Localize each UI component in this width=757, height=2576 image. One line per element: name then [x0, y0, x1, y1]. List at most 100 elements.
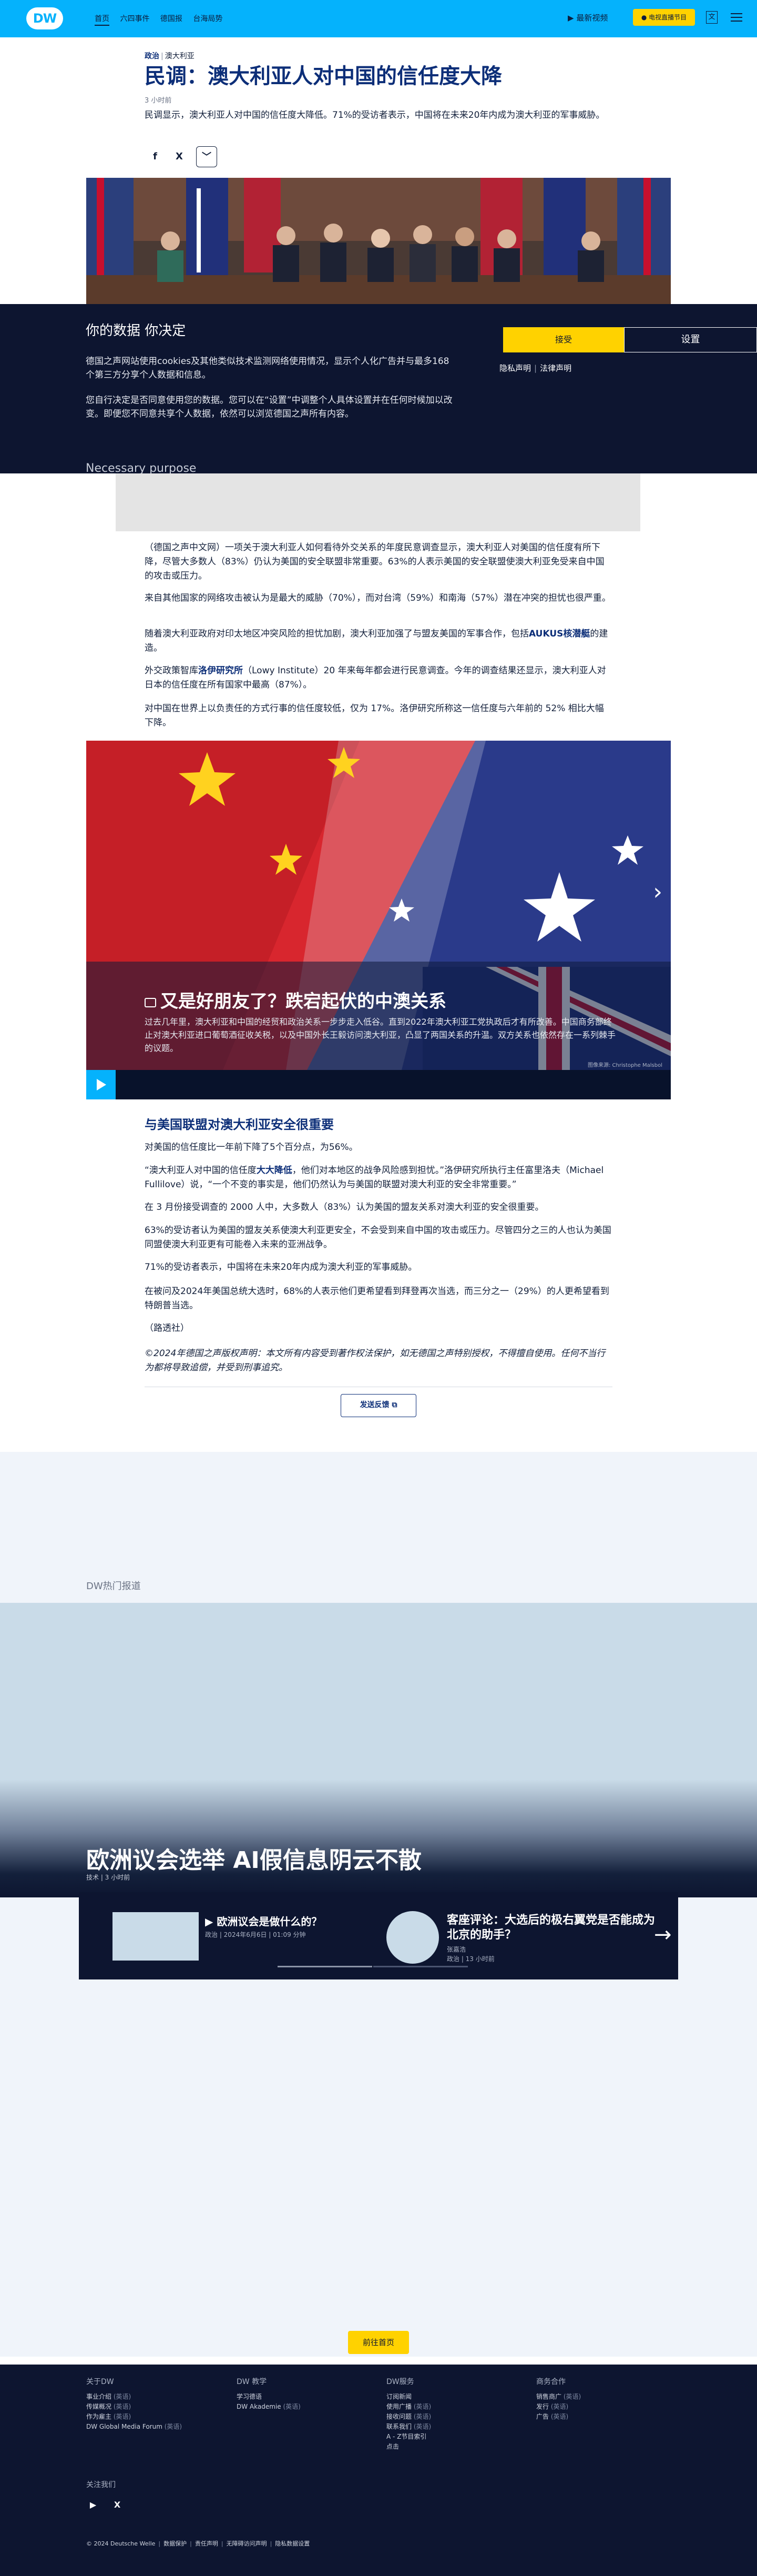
footer-link[interactable]: 联系我们 (英语): [386, 2422, 431, 2432]
youtube-icon[interactable]: ▶: [86, 2498, 100, 2512]
nav-item-june-fourth[interactable]: 六四事件: [120, 15, 149, 23]
footer-link[interactable]: DW Akademie (英语): [237, 2402, 301, 2412]
privacy-policy-link[interactable]: 隐私声明: [499, 363, 531, 373]
go-home-button[interactable]: 前往首页: [348, 2331, 409, 2354]
copyright-text: © 2024 Deutsche Welle: [86, 2540, 156, 2547]
cookie-accept-button[interactable]: 接受: [503, 327, 624, 352]
lowy-institute-link[interactable]: 洛伊研究所: [198, 665, 243, 676]
page-title: 民调：澳大利亚人对中国的信任度大降: [145, 64, 502, 88]
body-paragraph: 71%的受访者表示，中国将在未来20年内成为澳大利亚的军事威胁。: [145, 1262, 417, 1272]
main-nav: 首页 六四事件 德国报 台海局势: [95, 13, 231, 26]
footer-column-learning: DW 教学 学习德语 DW Akademie (英语): [237, 2376, 301, 2412]
footer-link[interactable]: DW Global Media Forum (英语): [86, 2422, 182, 2432]
facebook-icon[interactable]: f: [145, 146, 166, 167]
footer-column-about: 关于DW 事业介绍 (英语) 传媒概况 (英语) 作为雇主 (英语) DW Gl…: [86, 2376, 182, 2432]
footer-link[interactable]: 作为雇主 (英语): [86, 2412, 182, 2422]
footer-bottom-links: © 2024 Deutsche Welle | 数据保护 | 责任声明 | 无障碍访问声明 |…: [86, 2540, 310, 2547]
video-icon: ▶: [205, 1915, 217, 1928]
aukus-link[interactable]: AUKUS核潜艇: [529, 629, 590, 639]
teaser-title[interactable]: 欧洲议会选举 AI假信息阴云不散: [86, 1841, 422, 1875]
hero-image: [86, 178, 671, 304]
breadcrumb-category[interactable]: 政治: [145, 52, 159, 60]
source-note: （路透社）: [145, 1323, 189, 1334]
footer-link[interactable]: A - Z节目索引: [386, 2432, 431, 2442]
gallery-icon: [145, 997, 156, 1007]
body-paragraph: 63%的受访者认为美国的盟友关系使澳大利亚更安全，不会受到来自中国的攻击或压力。…: [145, 1225, 611, 1250]
gallery-control-bar: [86, 1070, 671, 1099]
body-paragraph: 对美国的信任度比一年前下降了5个百分点，为56%。: [145, 1142, 358, 1153]
x-twitter-icon[interactable]: X: [169, 146, 190, 167]
cookie-choice-text: 您自行决定是否同意使用您的数据。您可以在“设置”中调整个人具体设置并在任何时候加…: [86, 395, 453, 419]
footer-link[interactable]: 学习德语: [237, 2392, 301, 2402]
article-timestamp: 3 小时前: [145, 97, 172, 105]
footer-link[interactable]: 订阅新闻: [386, 2392, 431, 2402]
body-paragraph: 在 3 月份接受调查的 2000 人中，大多数人（83%）认为美国的盟友关系对澳…: [145, 1202, 544, 1213]
footer-link[interactable]: 广告 (英语): [536, 2412, 581, 2422]
gallery-title: 又是好朋友了？跌宕起伏的中澳关系: [145, 987, 446, 1013]
cookie-settings-button[interactable]: 设置: [624, 327, 757, 352]
gallery-description: 过去几年里，澳大利亚和中国的经贸和政治关系一步步走入低谷。直到2022年澳大利亚…: [145, 1017, 616, 1053]
teaser-item-title[interactable]: ▶ 欧洲议会是做什么的？: [205, 1913, 322, 1928]
legal-notice-link[interactable]: 法律声明: [540, 363, 571, 373]
carousel-progress-active: [278, 1966, 372, 1967]
cookie-links: 隐私声明 | 法律声明: [499, 363, 572, 373]
hero-photo-illustration: [86, 178, 671, 304]
body-paragraph: 随着澳大利亚政府对印太地区冲突风险的担忧加剧，澳大利亚加强了与盟友美国的军事合作…: [145, 629, 608, 653]
nav-item-home[interactable]: 首页: [95, 15, 109, 26]
footer-link[interactable]: 事业介绍 (英语): [86, 2392, 182, 2402]
dw-logo[interactable]: DW: [26, 7, 63, 29]
footer-link[interactable]: 发行 (英语): [536, 2402, 581, 2412]
footer-link[interactable]: 点击: [386, 2442, 431, 2452]
nav-item-germany[interactable]: 德国报: [160, 15, 182, 23]
cookie-necessary-purpose[interactable]: Necessary purpose: [86, 462, 196, 473]
footer-link[interactable]: 隐私数据设置: [275, 2540, 310, 2547]
send-feedback-button[interactable]: 发送反馈 ⧉: [341, 1394, 416, 1417]
x-twitter-icon[interactable]: X: [110, 2498, 124, 2512]
footer-link[interactable]: 传媒概况 (英语): [86, 2402, 182, 2412]
teaser-meta: 技术 | 3 小时前: [86, 1874, 130, 1881]
breadcrumb-region[interactable]: 澳大利亚: [165, 52, 195, 60]
share-more-icon[interactable]: ﹀: [196, 146, 217, 167]
video-icon: ▶: [568, 13, 577, 23]
footer-column-services: DW服务 订阅新闻 使用广播 (英语) 接收问题 (英语) 联系我们 (英语) …: [386, 2376, 431, 2452]
image-credit: 图像来源: Christophe Malsbol: [587, 1063, 662, 1068]
body-paragraph: 在被问及2024年美国总统大选时，68%的人表示他们更希望看到拜登再次当选，而三…: [145, 1286, 609, 1311]
top-bar: DW 首页 六四事件 德国报 台海局势 ▶ 最新视频 ● 电视直播节目 文: [0, 0, 757, 37]
follow-us-label: 关注我们: [86, 2481, 116, 2489]
gallery-next-icon[interactable]: ›: [653, 878, 662, 905]
footer-link[interactable]: 无障碍访问声明: [227, 2540, 267, 2547]
play-icon[interactable]: [86, 1070, 116, 1099]
trust-decline-link[interactable]: 大大降低: [257, 1165, 292, 1176]
teaser-item-meta: 政治 | 13 小时前: [447, 1955, 495, 1963]
teaser-carousel: ▶ 欧洲议会是做什么的？ 政治 | 2024年6月6日 | 01:09 分钟 客…: [79, 1892, 678, 1979]
body-paragraph: （德国之声中文网）一项关于澳大利亚人如何看待外交关系的年度民意调查显示，澳大利亚…: [145, 542, 605, 581]
image-gallery[interactable]: › 又是好朋友了？跌宕起伏的中澳关系 过去几年里，澳大利亚和中国的经贸和政治关系…: [86, 741, 671, 1099]
body-paragraph: 外交政策智库洛伊研究所（Lowy Institute）20 年来每年都会进行民意…: [145, 665, 606, 690]
footer-link[interactable]: 使用广播 (英语): [386, 2402, 431, 2412]
teaser-thumbnail[interactable]: [112, 1912, 199, 1961]
hamburger-menu-icon[interactable]: [731, 13, 742, 22]
latest-videos-link[interactable]: ▶ 最新视频: [568, 12, 608, 23]
footer-link[interactable]: 数据保护: [163, 2540, 187, 2547]
cookie-consent-banner: 你的数据 你决定 德国之声网站使用cookies及其他类似技术监测网络使用情况，…: [0, 304, 757, 473]
teaser-item-meta: 政治 | 2024年6月6日 | 01:09 分钟: [205, 1931, 306, 1938]
cookie-description: 德国之声网站使用cookies及其他类似技术监测网络使用情况，显示个人化广告并与…: [86, 356, 449, 380]
feedback-icon: ⧉: [392, 1401, 397, 1409]
body-paragraph: “澳大利亚人对中国的信任度大大降低，他们对本地区的战争风险感到担忧。”洛伊研究所…: [145, 1165, 604, 1190]
footer-column-business: 商务合作 销售商广 (英语) 发行 (英语) 广告 (英语): [536, 2376, 581, 2422]
live-tv-button[interactable]: ● 电视直播节目: [633, 9, 695, 26]
body-paragraph: 来自其他国家的网络攻击被认为是最大的威胁（70%），而对台湾（59%）和南海（5…: [145, 593, 611, 603]
footer-link[interactable]: 责任声明: [195, 2540, 218, 2547]
footer-link[interactable]: 接收问题 (英语): [386, 2412, 431, 2422]
author-avatar[interactable]: [386, 1911, 439, 1964]
ad-placeholder: [116, 473, 640, 531]
breadcrumb: 政治 | 澳大利亚: [145, 52, 195, 60]
teaser-item-title[interactable]: 客座评论：大选后的极右翼党是否能成为北京的助手？: [447, 1913, 657, 1943]
copyright-notice: ©2024年德国之声版权声明：本文所有内容受到著作权法保护，如无德国之声特别授权…: [145, 1348, 606, 1373]
carousel-progress: [373, 1966, 468, 1967]
language-icon[interactable]: 文: [706, 11, 718, 24]
arrow-right-icon[interactable]: →: [654, 1923, 672, 1947]
nav-item-taiwan-strait[interactable]: 台海局势: [193, 15, 222, 23]
hot-stories-label: DW热门报道: [86, 1581, 141, 1592]
footer-link[interactable]: 销售商广 (英语): [536, 2392, 581, 2402]
